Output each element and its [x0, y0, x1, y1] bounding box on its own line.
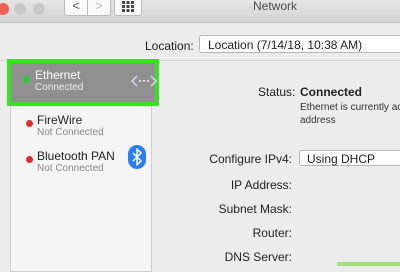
title-bar: < > Network [0, 0, 400, 23]
dns-server-label: DNS Server: [224, 250, 292, 264]
router-label: Router: [252, 226, 292, 240]
grid-icon [122, 1, 134, 12]
zoom-window-button[interactable] [33, 3, 45, 15]
configure-ipv4-select[interactable]: Using DHCP [299, 150, 400, 166]
close-window-button[interactable] [0, 3, 9, 15]
highlight-accent [337, 262, 400, 266]
status-value: Connected [300, 85, 363, 99]
service-name: FireWire [37, 113, 83, 127]
service-name: Bluetooth PAN [37, 149, 115, 163]
status-dot-red [26, 120, 33, 127]
subnet-mask-label: Subnet Mask: [218, 202, 292, 216]
service-item-ethernet[interactable]: Ethernet Connected [7, 59, 159, 106]
ethernet-arrows-icon [131, 75, 157, 87]
configure-ipv4-label: Configure IPv4: [209, 152, 292, 166]
service-name: Ethernet [35, 68, 81, 82]
bluetooth-icon [128, 145, 146, 169]
service-item-firewire[interactable]: FireWire Not Connected [11, 105, 151, 141]
window-title: Network [252, 0, 297, 13]
status-label: Status: [258, 85, 296, 99]
service-status: Not Connected [37, 127, 104, 138]
service-status: Connected [35, 82, 84, 93]
status-dot-red [26, 156, 33, 163]
service-list: Ethernet Connected FireWire Not Connecte… [7, 59, 159, 272]
status-dot-green [23, 76, 30, 83]
forward-button[interactable]: > [87, 0, 111, 16]
service-status: Not Connected [37, 163, 104, 174]
back-button[interactable]: < [64, 0, 88, 16]
status-description: Ethernet is currently ac address [300, 102, 400, 126]
show-all-button[interactable] [114, 0, 142, 16]
minimize-window-button[interactable] [14, 3, 26, 15]
location-label: Location: [145, 39, 194, 53]
ip-address-label: IP Address: [230, 178, 292, 192]
location-select[interactable]: Location (7/14/18, 10:38 AM) [199, 35, 400, 53]
